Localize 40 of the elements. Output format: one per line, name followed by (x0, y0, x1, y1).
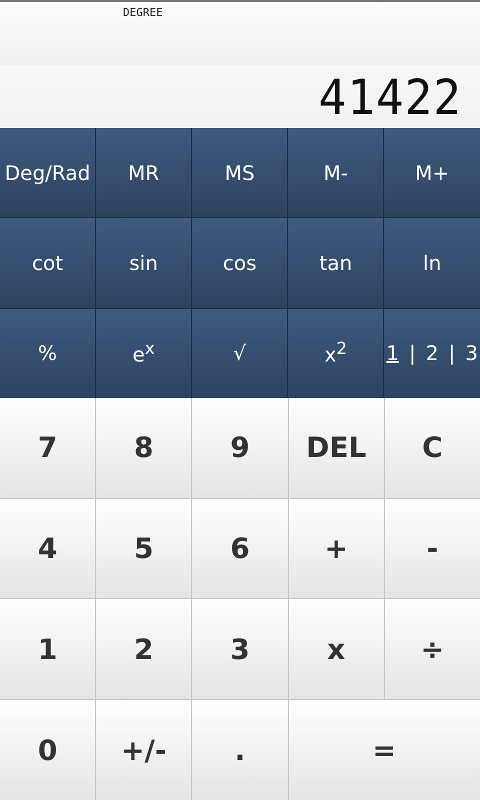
function-key[interactable]: ln (384, 218, 480, 308)
keypad-key[interactable]: DEL (288, 398, 384, 498)
page-separator: | (409, 341, 416, 366)
page-separator: | (448, 341, 456, 366)
keypad-key[interactable]: 8 (96, 398, 192, 498)
keypad-key[interactable]: - (384, 498, 480, 598)
display-value: 41422 (318, 68, 462, 125)
function-key[interactable]: M- (288, 128, 384, 218)
page-tab[interactable]: 2 (424, 341, 441, 366)
function-key[interactable]: % (0, 308, 96, 398)
keypad-key[interactable]: 3 (192, 599, 288, 700)
page-tab[interactable]: 3 (463, 341, 480, 366)
keypad-key[interactable]: +/- (96, 700, 192, 800)
function-key[interactable]: cot (0, 218, 96, 308)
keypad-key[interactable]: + (288, 498, 384, 598)
keypad-key[interactable]: = (288, 700, 480, 800)
keypad-key[interactable]: 1 (0, 599, 96, 700)
keypad-key[interactable]: 5 (96, 498, 192, 598)
function-key[interactable]: MR (96, 128, 192, 218)
keypad-key[interactable]: 0 (0, 700, 96, 800)
function-key[interactable]: x$^{2}$ (288, 308, 384, 398)
function-key[interactable]: cos (192, 218, 288, 308)
function-key[interactable]: sin (96, 218, 192, 308)
keypad-key[interactable]: C (384, 398, 480, 498)
keypad-key[interactable]: 6 (192, 498, 288, 598)
function-key[interactable]: e$^{x}$ (96, 308, 192, 398)
function-key[interactable]: √ (192, 308, 288, 398)
page-tab[interactable]: 1 (384, 341, 402, 366)
keypad-key[interactable]: x (288, 599, 384, 700)
keypad-key[interactable]: 7 (0, 398, 96, 498)
keypad-key[interactable]: 4 (0, 498, 96, 598)
keypad-key[interactable]: ÷ (384, 599, 480, 700)
function-key[interactable]: tan (288, 218, 384, 308)
keypad-key[interactable]: 2 (96, 599, 192, 700)
keypad-key[interactable]: 9 (192, 398, 288, 498)
function-key[interactable]: MS (192, 128, 288, 218)
angle-mode-indicator: DEGREE (123, 6, 163, 20)
function-key[interactable]: M+ (384, 128, 480, 218)
keypad-key[interactable]: . (192, 700, 288, 800)
function-key[interactable]: Deg/Rad (0, 128, 96, 218)
